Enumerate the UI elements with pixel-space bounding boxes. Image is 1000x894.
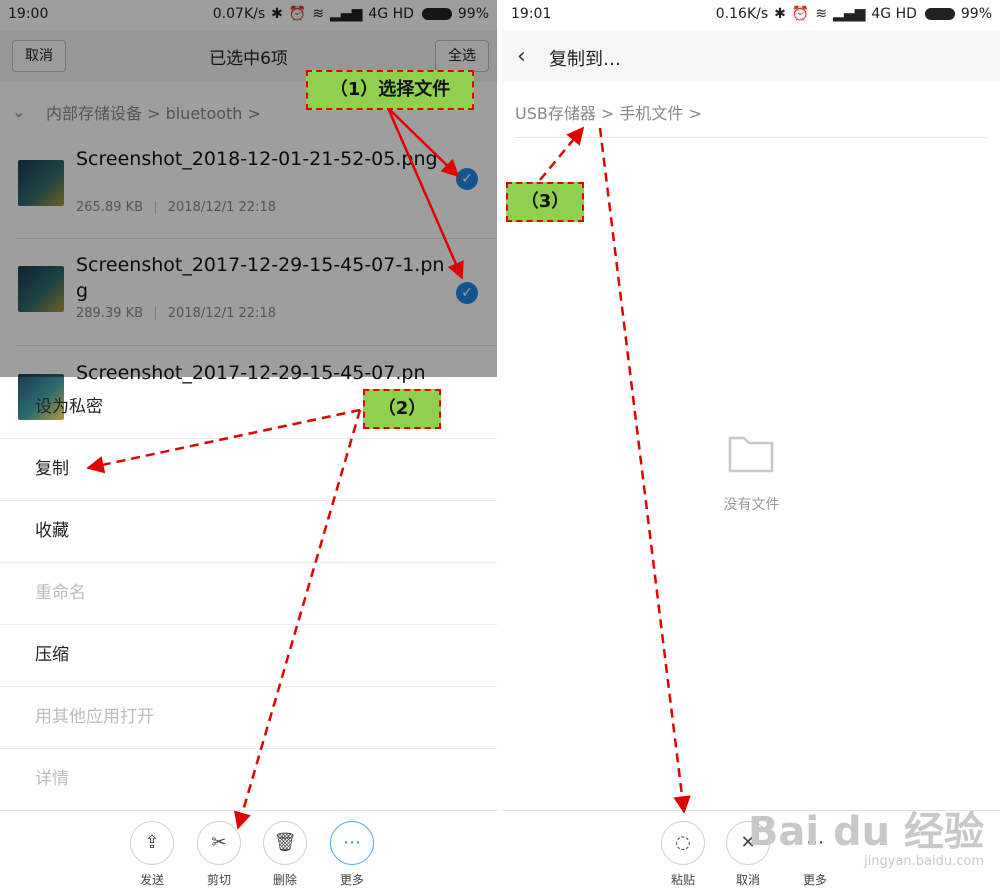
signal-icon: ▂▄▆ <box>833 6 866 22</box>
wifi-icon: ≋ <box>815 6 828 22</box>
scissors-icon[interactable]: ✂ <box>197 821 241 865</box>
paste-button[interactable]: ◌ 粘贴 <box>658 821 708 888</box>
menu-item-rename[interactable]: 重命名 <box>0 563 497 625</box>
status-time: 19:01 <box>511 6 552 22</box>
menu-item-details[interactable]: 详情 <box>0 749 497 810</box>
action-label: 删除 <box>272 873 297 887</box>
share-icon[interactable]: ⇪ <box>130 821 174 865</box>
delete-button[interactable]: 🗑 删除 <box>260 821 310 888</box>
right-screen: 19:01 0.16K/s ✱ ⏰ ≋ ▂▄▆ 4G HD 99% ‹ 复制到…… <box>503 0 1000 894</box>
battery-icon <box>924 8 955 20</box>
left-screen: 19:00 0.07K/s ✱ ⏰ ≋ ▂▄▆ 4G HD 99% 取消 已选中… <box>0 0 497 894</box>
cut-button[interactable]: ✂ 剪切 <box>194 821 244 888</box>
menu-item-compress[interactable]: 压缩 <box>0 625 497 687</box>
bottom-action-bar: ⇪ 发送 ✂ 剪切 🗑 删除 ⋯ 更多 <box>0 810 497 894</box>
action-label: 粘贴 <box>670 873 695 887</box>
annotation-step3: （3） <box>506 182 584 222</box>
divider <box>515 137 988 138</box>
trash-icon[interactable]: 🗑 <box>263 821 307 865</box>
action-label: 剪切 <box>206 873 231 887</box>
dim-overlay <box>0 0 497 377</box>
watermark-logo: Bai du 经验 <box>747 809 984 855</box>
breadcrumb[interactable]: USB存储器 > 手机文件 > <box>515 100 702 124</box>
header: ‹ 复制到… <box>503 30 1000 82</box>
action-label: 更多 <box>339 873 364 887</box>
annotation-step2: （2） <box>363 389 441 429</box>
page-title: 复制到… <box>549 49 621 70</box>
paste-icon[interactable]: ◌ <box>661 821 705 865</box>
battery-level: 99% <box>960 6 992 22</box>
menu-item-copy[interactable]: 复制 <box>0 439 497 501</box>
more-menu: 设为私密 复制 收藏 重命名 压缩 用其他应用打开 详情 <box>0 377 497 810</box>
menu-item-open-with[interactable]: 用其他应用打开 <box>0 687 497 749</box>
network-type: 4G HD <box>871 6 917 22</box>
folder-icon <box>728 436 774 473</box>
send-button[interactable]: ⇪ 发送 <box>127 821 177 888</box>
menu-item-favorite[interactable]: 收藏 <box>0 501 497 563</box>
back-arrow-icon[interactable]: ‹ <box>517 44 526 69</box>
more-button[interactable]: ⋯ 更多 <box>327 821 377 888</box>
more-icon[interactable]: ⋯ <box>330 821 374 865</box>
net-speed: 0.16K/s <box>715 6 769 22</box>
bluetooth-icon: ✱ <box>774 6 786 22</box>
watermark: Bai du 经验 jingyan.baidu.com <box>748 810 984 869</box>
action-label: 发送 <box>139 873 164 887</box>
action-label: 更多 <box>802 873 827 887</box>
annotation-step1: （1）选择文件 <box>306 70 474 110</box>
alarm-icon: ⏰ <box>791 6 810 22</box>
action-label: 取消 <box>735 873 760 887</box>
watermark-url: jingyan.baidu.com <box>864 854 984 869</box>
empty-state-text: 没有文件 <box>723 497 780 513</box>
status-bar: 19:01 0.16K/s ✱ ⏰ ≋ ▂▄▆ 4G HD 99% <box>503 0 1000 30</box>
